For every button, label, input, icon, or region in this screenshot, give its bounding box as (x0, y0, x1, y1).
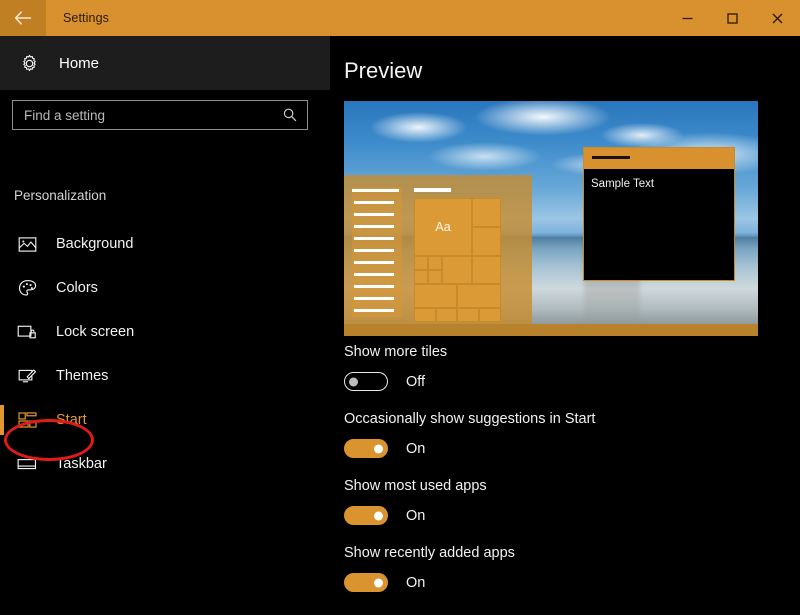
start-tiles-icon (14, 412, 40, 428)
setting-show-more-tiles: Show more tiles Off (344, 344, 784, 391)
sidebar-item-start-label: Start (56, 412, 87, 428)
toggle-state-label: On (406, 574, 426, 591)
gear-icon (16, 54, 42, 73)
toggle-show-recently-added-apps[interactable] (344, 573, 388, 592)
setting-label: Show most used apps (344, 478, 487, 494)
selection-indicator (0, 229, 4, 259)
maximize-button[interactable] (710, 0, 755, 36)
sidebar-item-themes-label: Themes (56, 368, 109, 384)
toggle-row: On (344, 439, 784, 458)
toggle-knob (374, 578, 383, 587)
preview-tile-large: Aa (414, 198, 472, 256)
sidebar-item-taskbar-label: Taskbar (56, 456, 107, 472)
search-box[interactable] (12, 100, 308, 130)
content-pane: Preview Aa Sample Text Show more tiles O… (330, 36, 800, 615)
preview-sample-window: Sample Text (583, 147, 735, 281)
toggle-knob (374, 511, 383, 520)
themes-icon (14, 367, 40, 385)
sidebar-item-lock-screen-label: Lock screen (56, 324, 135, 340)
sidebar-item-themes[interactable]: Themes (0, 354, 330, 398)
page-title: Preview (344, 58, 423, 83)
sidebar-item-lock-screen[interactable]: Lock screen (0, 310, 330, 354)
palette-icon (14, 279, 40, 298)
settings-window: Settings Home Find a setting Personaliza… (0, 0, 800, 615)
sidebar-item-home[interactable]: Home (0, 36, 330, 90)
setting-label: Show recently added apps (344, 545, 515, 561)
toggle-row: Off (344, 372, 784, 391)
sidebar-item-colors-label: Colors (56, 280, 98, 296)
lock-screen-icon (14, 324, 40, 341)
picture-icon (14, 236, 40, 253)
setting-show-most-used-apps: Show most used apps On (344, 478, 784, 525)
sidebar-nav-list: Background Colors Lock screen Themes Sta… (0, 222, 330, 486)
sidebar-section-header: Personalization (14, 188, 107, 203)
selection-indicator (0, 273, 4, 303)
setting-label: Occasionally show suggestions in Start (344, 411, 596, 427)
toggle-knob (374, 444, 383, 453)
toggle-show-suggestions[interactable] (344, 439, 388, 458)
sidebar-item-background-label: Background (56, 236, 134, 252)
toggle-state-label: On (406, 440, 426, 457)
start-settings-list: Show more tiles Off Occasionally show su… (344, 344, 784, 612)
title-bar: Settings (0, 0, 800, 36)
search-icon[interactable] (277, 107, 303, 123)
preview-tile-group-header (414, 188, 451, 192)
setting-label: Show more tiles (344, 344, 448, 360)
toggle-state-label: Off (406, 373, 426, 390)
sidebar-item-taskbar[interactable]: Taskbar (0, 442, 330, 486)
toggle-show-more-tiles[interactable] (344, 372, 388, 391)
selection-indicator (0, 449, 4, 479)
selection-indicator (0, 317, 4, 347)
window-controls (665, 0, 800, 36)
start-preview-image: Aa Sample Text (344, 101, 758, 336)
preview-app-list (352, 187, 402, 317)
setting-show-suggestions: Occasionally show suggestions in Start O… (344, 411, 784, 458)
preview-sample-body: Sample Text (584, 169, 734, 280)
selection-indicator (0, 361, 4, 391)
window-title: Settings (63, 11, 109, 25)
preview-tile-grid: Aa (414, 198, 522, 322)
sidebar-item-background[interactable]: Background (0, 222, 330, 266)
search-input[interactable] (13, 107, 277, 123)
preview-sample-title-bar-line (592, 156, 630, 159)
close-button[interactable] (755, 0, 800, 36)
preview-start-menu: Aa (344, 175, 532, 324)
sidebar-item-home-label: Home (59, 54, 100, 72)
preview-tile-text: Aa (435, 220, 451, 234)
sidebar-item-start[interactable]: Start (0, 398, 330, 442)
toggle-state-label: On (406, 507, 426, 524)
setting-show-recently-added-apps: Show recently added apps On (344, 545, 784, 592)
toggle-show-most-used-apps[interactable] (344, 506, 388, 525)
sidebar-item-colors[interactable]: Colors (0, 266, 330, 310)
toggle-knob (349, 377, 358, 386)
preview-sample-text: Sample Text (591, 178, 655, 190)
minimize-button[interactable] (665, 0, 710, 36)
preview-sample-titlebar (584, 148, 734, 169)
selection-indicator (0, 405, 4, 435)
sidebar: Home Personalization (0, 36, 330, 615)
back-button[interactable] (0, 0, 46, 36)
toggle-row: On (344, 573, 784, 592)
preview-taskbar (344, 324, 758, 336)
taskbar-icon (14, 457, 40, 471)
toggle-row: On (344, 506, 784, 525)
back-arrow-icon (14, 11, 32, 25)
